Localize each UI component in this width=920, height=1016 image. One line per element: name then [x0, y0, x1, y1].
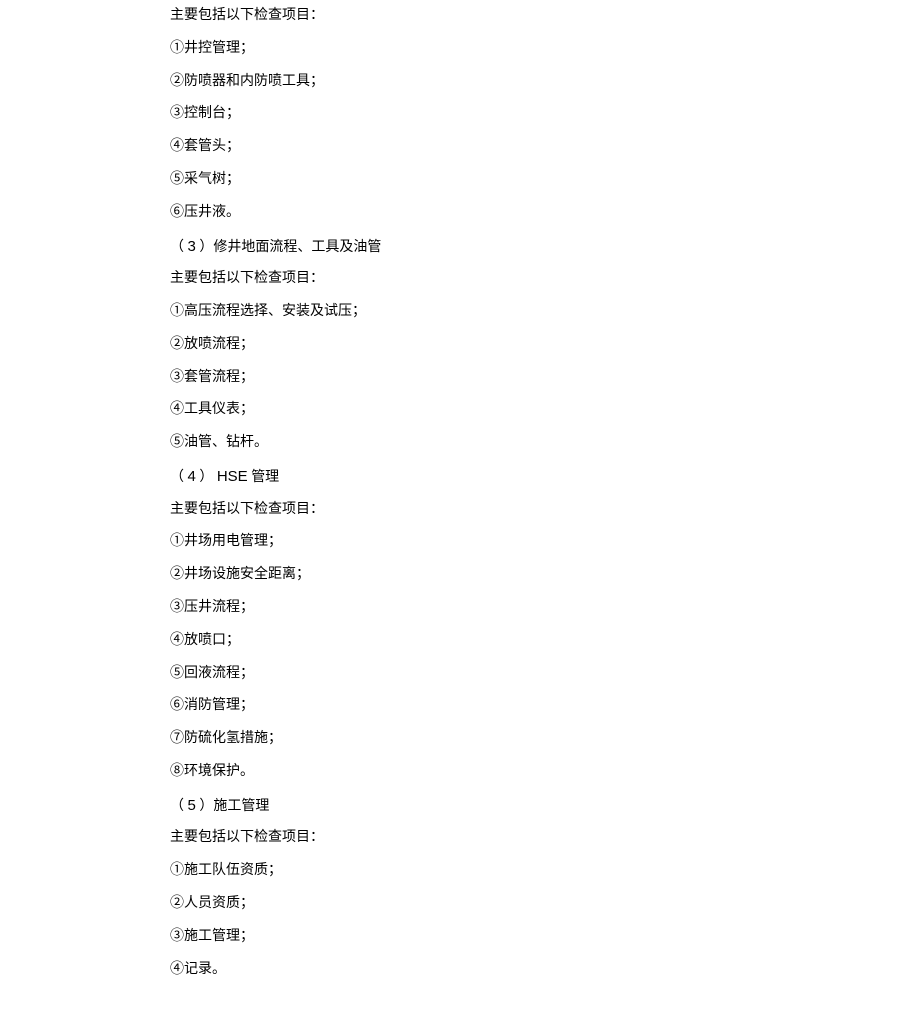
list-item: ⑤采气树； — [170, 164, 750, 197]
list-item: ①高压流程选择、安装及试压； — [170, 296, 750, 329]
heading-number: 4 — [188, 468, 196, 485]
section-heading: （ 5 ）施工管理 — [170, 789, 750, 823]
heading-title-latin: HSE — [217, 468, 248, 485]
list-item: ⑧环境保护。 — [170, 756, 750, 789]
section-intro: 主要包括以下检查项目： — [170, 263, 750, 296]
list-item: ①井控管理； — [170, 33, 750, 66]
list-item: ③控制台； — [170, 98, 750, 131]
list-item: ②井场设施安全距离； — [170, 559, 750, 592]
section-intro: 主要包括以下检查项目： — [170, 822, 750, 855]
list-item: ⑦防硫化氢措施； — [170, 723, 750, 756]
list-item: ⑥消防管理； — [170, 690, 750, 723]
list-item: ④放喷口； — [170, 625, 750, 658]
document-content: 主要包括以下检查项目： ①井控管理； ②防喷器和内防喷工具； ③控制台； ④套管… — [0, 0, 920, 1016]
list-item: ⑤回液流程； — [170, 658, 750, 691]
list-item: ③施工管理； — [170, 921, 750, 954]
list-item: ④套管头； — [170, 131, 750, 164]
heading-number: 3 — [188, 238, 196, 255]
section-heading: （ 3 ）修井地面流程、工具及油管 — [170, 230, 750, 264]
list-item: ③套管流程； — [170, 362, 750, 395]
section-intro: 主要包括以下检查项目： — [170, 0, 750, 33]
list-item: ①施工队伍资质； — [170, 855, 750, 888]
heading-title: 修井地面流程、工具及油管 — [213, 240, 381, 255]
heading-number: 5 — [188, 797, 196, 814]
list-item: ②人员资质； — [170, 888, 750, 921]
list-item: ④工具仪表； — [170, 394, 750, 427]
section-heading: （ 4 ） HSE 管理 — [170, 460, 750, 494]
list-item: ②放喷流程； — [170, 329, 750, 362]
heading-title: 施工管理 — [213, 799, 269, 814]
section-intro: 主要包括以下检查项目： — [170, 494, 750, 527]
list-item: ⑥压井液。 — [170, 197, 750, 230]
heading-title: 管理 — [251, 470, 279, 485]
list-item: ②防喷器和内防喷工具； — [170, 66, 750, 99]
list-item: ③压井流程； — [170, 592, 750, 625]
list-item: ①井场用电管理； — [170, 526, 750, 559]
list-item: ⑤油管、钻杆。 — [170, 427, 750, 460]
list-item: ④记录。 — [170, 954, 750, 987]
